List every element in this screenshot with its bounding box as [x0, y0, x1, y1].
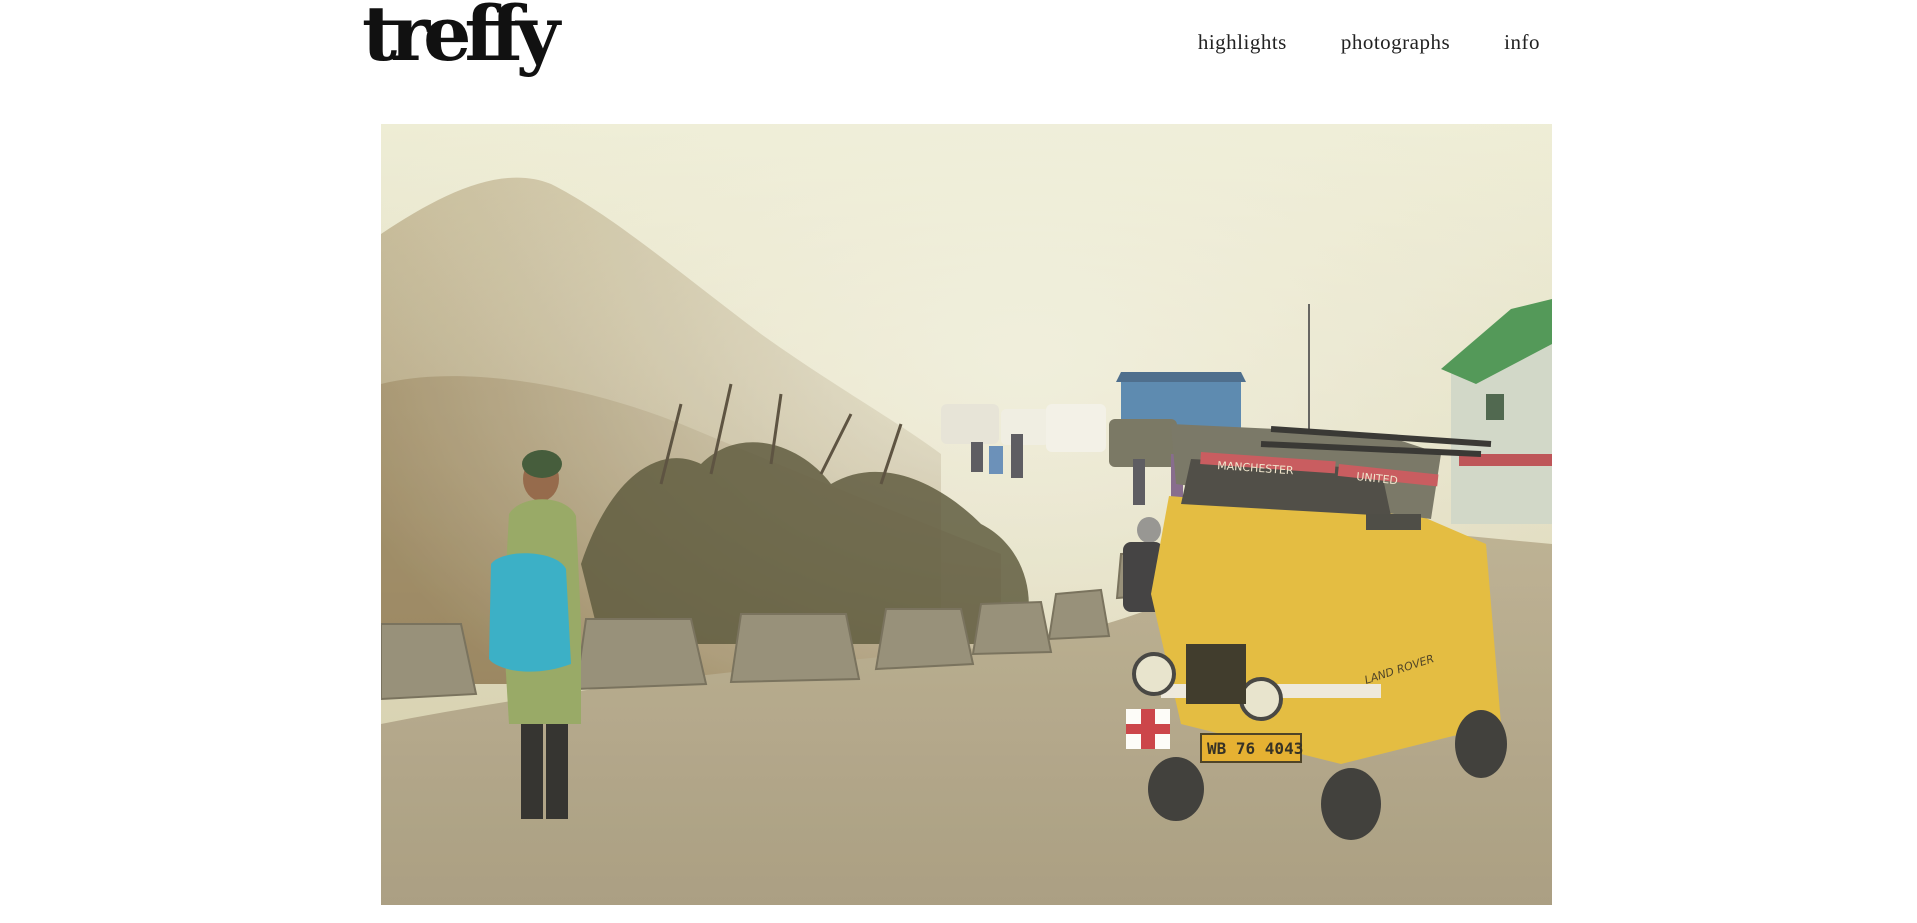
main-nav: highlights photographs info	[1198, 30, 1540, 55]
nav-item-highlights[interactable]: highlights	[1198, 30, 1287, 55]
nav-item-info[interactable]: info	[1504, 30, 1540, 55]
featured-photograph[interactable]: MANCHESTER UNITED WB 76 4043 LAND ROVER	[381, 124, 1552, 905]
page: treffy highlights photographs info MANCH…	[0, 0, 1917, 923]
site-logo[interactable]: treffy	[362, 0, 560, 72]
photo-illustration: MANCHESTER UNITED WB 76 4043 LAND ROVER	[381, 124, 1552, 905]
nav-item-photographs[interactable]: photographs	[1341, 30, 1450, 55]
